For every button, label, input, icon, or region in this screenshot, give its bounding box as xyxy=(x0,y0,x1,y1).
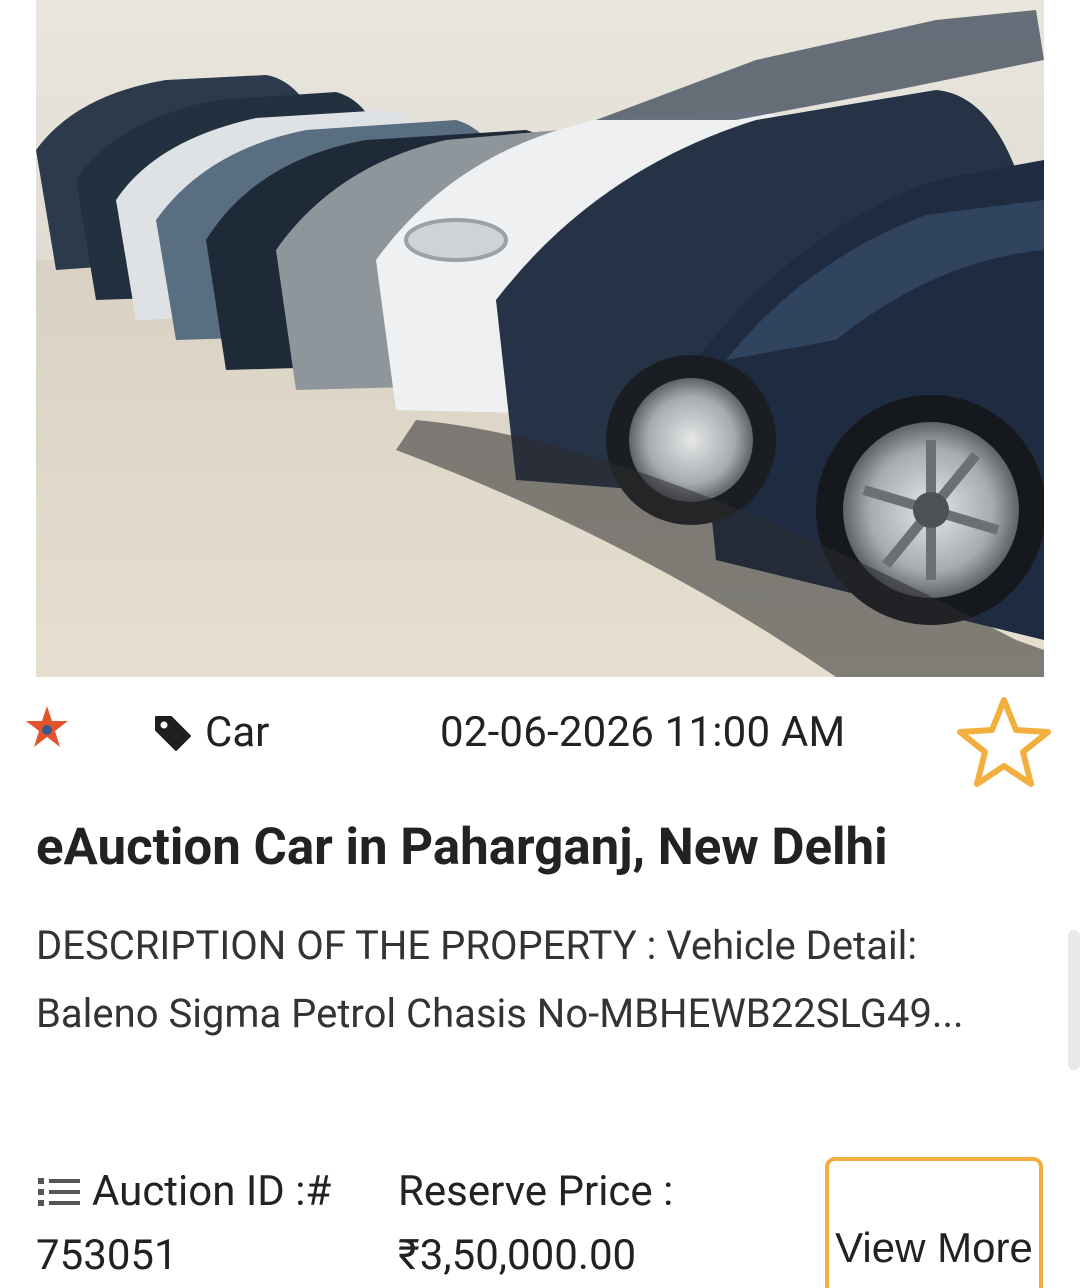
star-outline-icon[interactable] xyxy=(954,694,1054,790)
listing-photo[interactable] xyxy=(36,0,1044,677)
category-label: Car xyxy=(205,708,270,757)
auction-id: Auction ID :# 753051 xyxy=(36,1160,331,1288)
listing-title[interactable]: eAuction Car in Paharganj, New Delhi xyxy=(36,818,888,877)
list-icon xyxy=(38,1178,80,1206)
view-more-button[interactable]: View More xyxy=(825,1157,1043,1288)
reserve-price-label: Reserve Price : xyxy=(398,1167,674,1216)
auction-date: 02-06-2026 11:00 AM xyxy=(440,708,846,757)
category-chip[interactable]: Car xyxy=(153,708,269,757)
reserve-price: Reserve Price : ₹3,50,000.00 xyxy=(398,1160,673,1288)
listing-description: DESCRIPTION OF THE PROPERTY : Vehicle De… xyxy=(36,922,964,1037)
listing-meta-row: Car 02-06-2026 11:00 AM xyxy=(0,690,1080,790)
emblem-star-icon xyxy=(26,706,68,747)
auction-id-value: 753051 xyxy=(36,1231,178,1280)
reserve-price-value: ₹3,50,000.00 xyxy=(398,1231,637,1280)
listing-info-row: Auction ID :# 753051 Reserve Price : ₹3,… xyxy=(0,1157,1080,1288)
scrollbar[interactable] xyxy=(1068,930,1080,1070)
cars-image xyxy=(36,0,1044,677)
tag-icon xyxy=(155,715,191,751)
auction-id-label: Auction ID :# xyxy=(92,1167,332,1216)
auction-card: Car 02-06-2026 11:00 AM eAuction Car in … xyxy=(0,0,1080,1288)
